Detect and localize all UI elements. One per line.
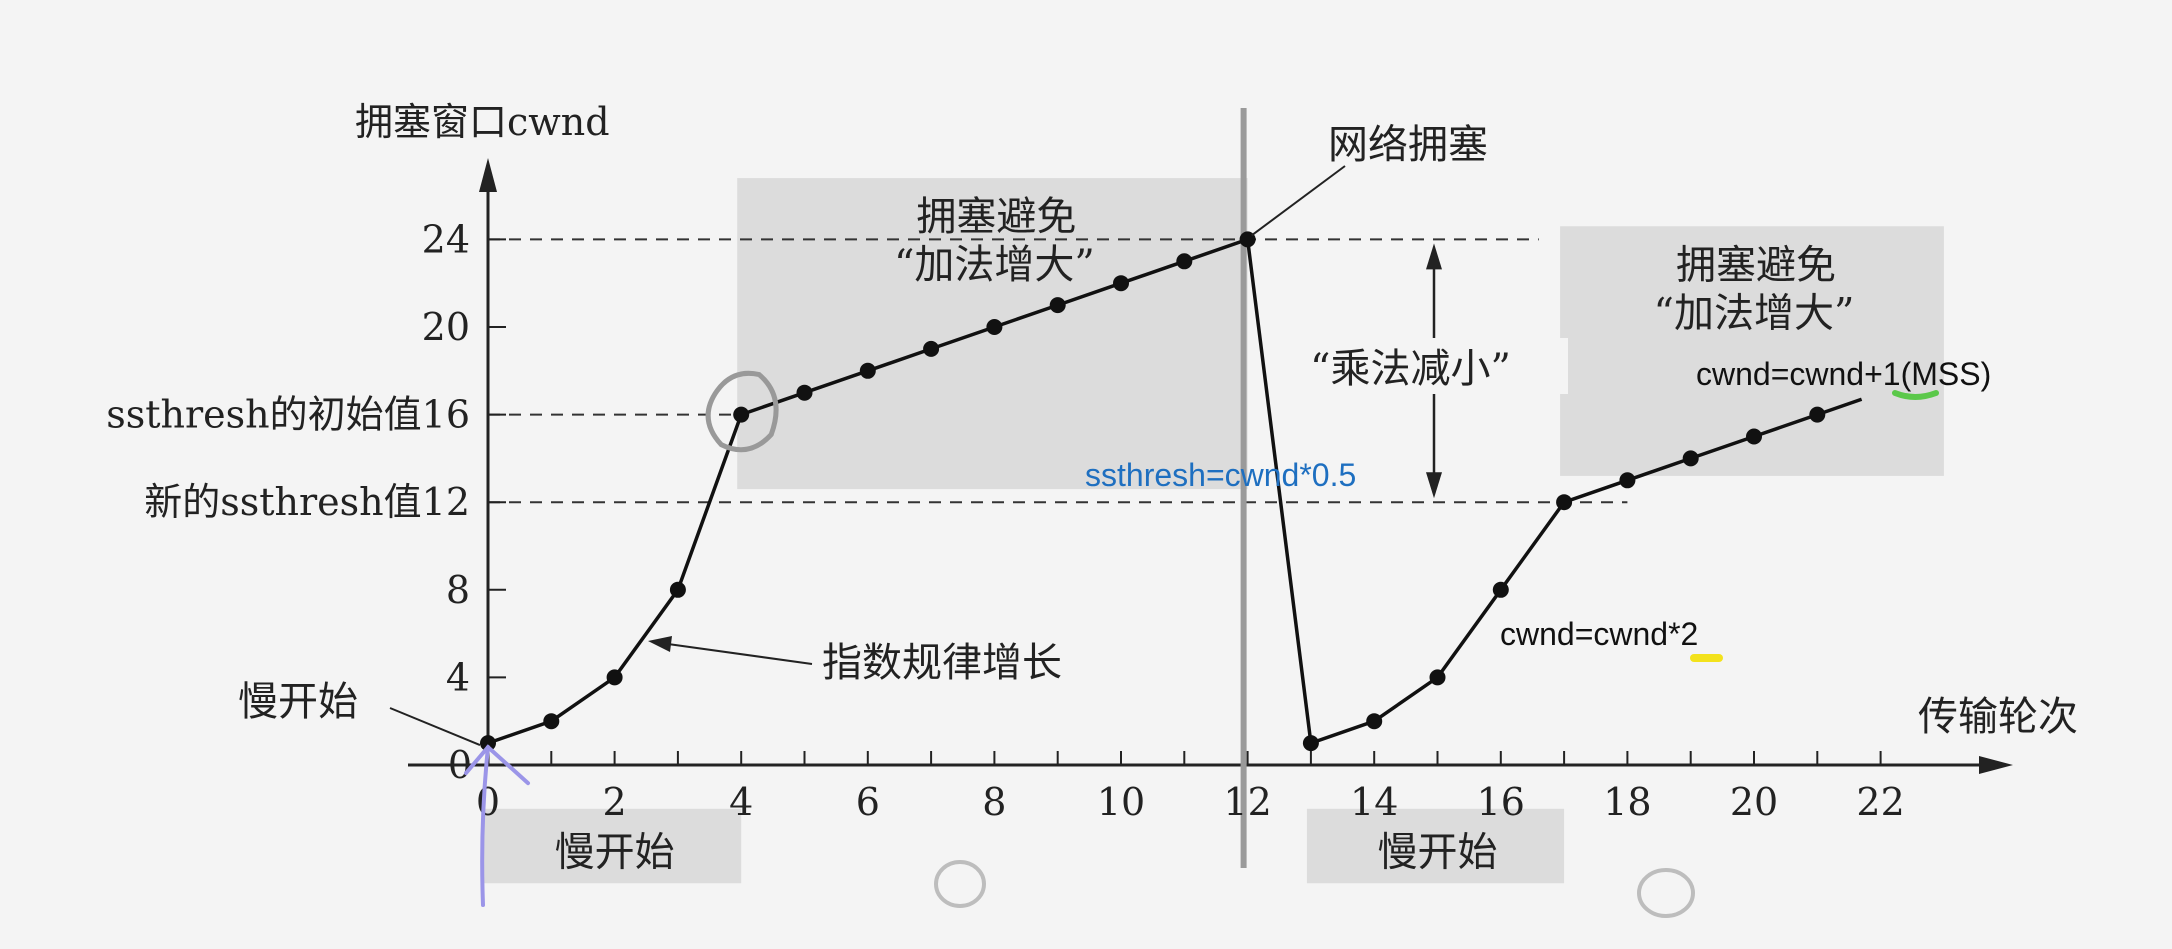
region-label-line1-1: 拥塞避免 <box>1676 242 1836 288</box>
data-point-9 <box>1049 297 1066 314</box>
exponential-growth-leader <box>667 643 813 665</box>
x-tick-label-10: 10 <box>1097 780 1145 824</box>
data-point-4 <box>733 406 750 423</box>
data-point-21 <box>1809 406 1826 423</box>
data-point-7 <box>923 340 940 357</box>
y-axis-arrow <box>479 158 497 192</box>
data-point-2 <box>606 669 623 686</box>
exponential-growth-label: 指数规律增长 <box>822 640 1062 686</box>
data-point-16 <box>1492 581 1509 598</box>
additive-formula: cwnd=cwnd+1(MSS) <box>1696 356 1991 392</box>
x-tick-label-0: 0 <box>476 780 500 824</box>
x-tick-label-6: 6 <box>856 780 880 824</box>
y-tick-label-16: ssthresh的初始值16 <box>106 393 470 437</box>
decrease-arrow-head-up <box>1426 243 1442 270</box>
y-axis-label: 拥塞窗口cwnd <box>355 100 610 144</box>
x-tick-label-2: 2 <box>603 780 627 824</box>
y-tick-label-0: 0 <box>448 743 472 787</box>
region-label-line2-1: “加法增大” <box>1654 290 1855 336</box>
faint-mark-right <box>1637 868 1695 918</box>
double-formula: cwnd=cwnd*2 <box>1500 616 1698 652</box>
y-tick-label-24: 24 <box>422 217 470 261</box>
y-tick-label-12: 新的ssthresh值12 <box>144 480 470 524</box>
network-congestion-leader <box>1251 165 1346 237</box>
data-point-17 <box>1556 494 1573 511</box>
region-label-3: 慢开始 <box>1378 829 1498 875</box>
region-label-line2-0: “加法增大” <box>894 242 1095 288</box>
x-tick-label-14: 14 <box>1350 780 1398 824</box>
x-tick-label-8: 8 <box>982 780 1006 824</box>
data-point-18 <box>1619 472 1636 489</box>
x-axis-arrow <box>1979 756 2013 774</box>
region-label-line1-0: 拥塞避免 <box>916 194 1076 240</box>
data-point-1 <box>543 713 560 730</box>
y-tick-label-4: 4 <box>446 655 470 699</box>
y-tick-label-20: 20 <box>422 305 470 349</box>
network-congestion-label: 网络拥塞 <box>1328 122 1488 168</box>
data-point-13 <box>1302 735 1319 752</box>
y-tick-label-8: 8 <box>446 568 470 612</box>
x-tick-label-20: 20 <box>1730 780 1778 824</box>
x-tick-label-22: 22 <box>1856 780 1904 824</box>
tcp-congestion-chart: 拥塞避免“加法增大” 拥塞避免“加法增大”慢开始 慢开始拥塞窗口cwnd传输轮次0 2… <box>106 100 2078 918</box>
data-point-6 <box>859 362 876 379</box>
x-tick-label-12: 12 <box>1223 780 1271 824</box>
x-tick-label-16: 16 <box>1477 780 1525 824</box>
multiplicative-decrease-label: “乘法减小” <box>1310 346 1511 392</box>
data-point-11 <box>1176 253 1193 270</box>
region-label-2: 慢开始 <box>555 829 675 875</box>
data-point-15 <box>1429 669 1446 686</box>
data-point-3 <box>669 581 686 598</box>
data-point-10 <box>1113 275 1129 292</box>
data-point-19 <box>1682 450 1699 467</box>
slow-start-left-leader <box>389 707 481 747</box>
data-point-20 <box>1746 428 1762 445</box>
ssthresh-formula: ssthresh=cwnd*0.5 <box>1085 457 1356 493</box>
x-tick-label-18: 18 <box>1603 780 1651 824</box>
x-axis-label: 传输轮次 <box>1918 694 2078 740</box>
exponential-growth-arrowhead <box>648 636 672 652</box>
data-point-14 <box>1366 713 1383 730</box>
slow-start-left-label: 慢开始 <box>238 679 358 725</box>
decrease-arrow-head-down <box>1426 472 1442 499</box>
data-point-5 <box>796 384 813 401</box>
chart-canvas: 拥塞避免 “加法增大” 拥塞避免 “加法增大” 慢开始 慢开始 拥塞窗口cwnd 传输轮次 0 2… <box>0 0 2172 944</box>
faint-mark-left <box>934 860 986 908</box>
x-tick-label-4: 4 <box>729 780 753 824</box>
data-point-8 <box>986 319 1003 335</box>
